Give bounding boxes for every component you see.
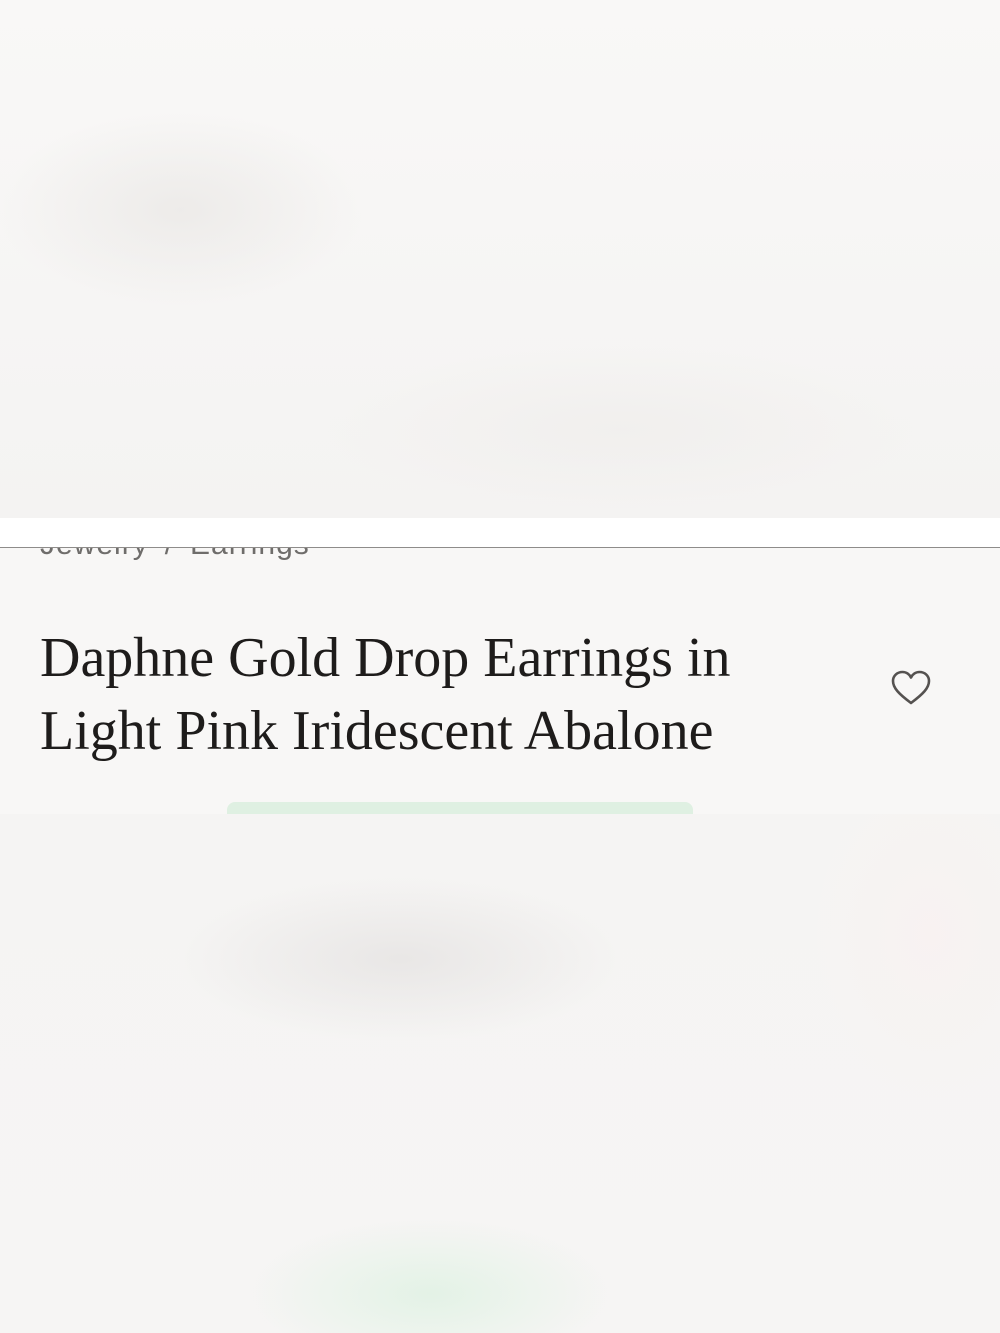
- promo-banner: [227, 802, 693, 814]
- product-page: Jewelry / Earrings Daphne Gold Drop Earrin…: [0, 0, 1000, 1333]
- breadcrumb-item-jewelry[interactable]: Jewelry: [40, 548, 149, 561]
- product-title: Daphne Gold Drop Earrings in Light Pink …: [40, 627, 731, 762]
- product-info-panel: Jewelry / Earrings Daphne Gold Drop Earrin…: [0, 548, 1000, 814]
- breadcrumb-item-earrings[interactable]: Earrings: [190, 548, 310, 561]
- wishlist-button[interactable]: [886, 666, 936, 710]
- breadcrumb: Jewelry / Earrings: [40, 548, 310, 562]
- header-band: [0, 518, 1000, 547]
- heart-outline-icon: [891, 670, 931, 705]
- product-image-bottom[interactable]: [0, 814, 1000, 1333]
- product-image-top[interactable]: [0, 0, 1000, 518]
- breadcrumb-separator: /: [165, 548, 174, 561]
